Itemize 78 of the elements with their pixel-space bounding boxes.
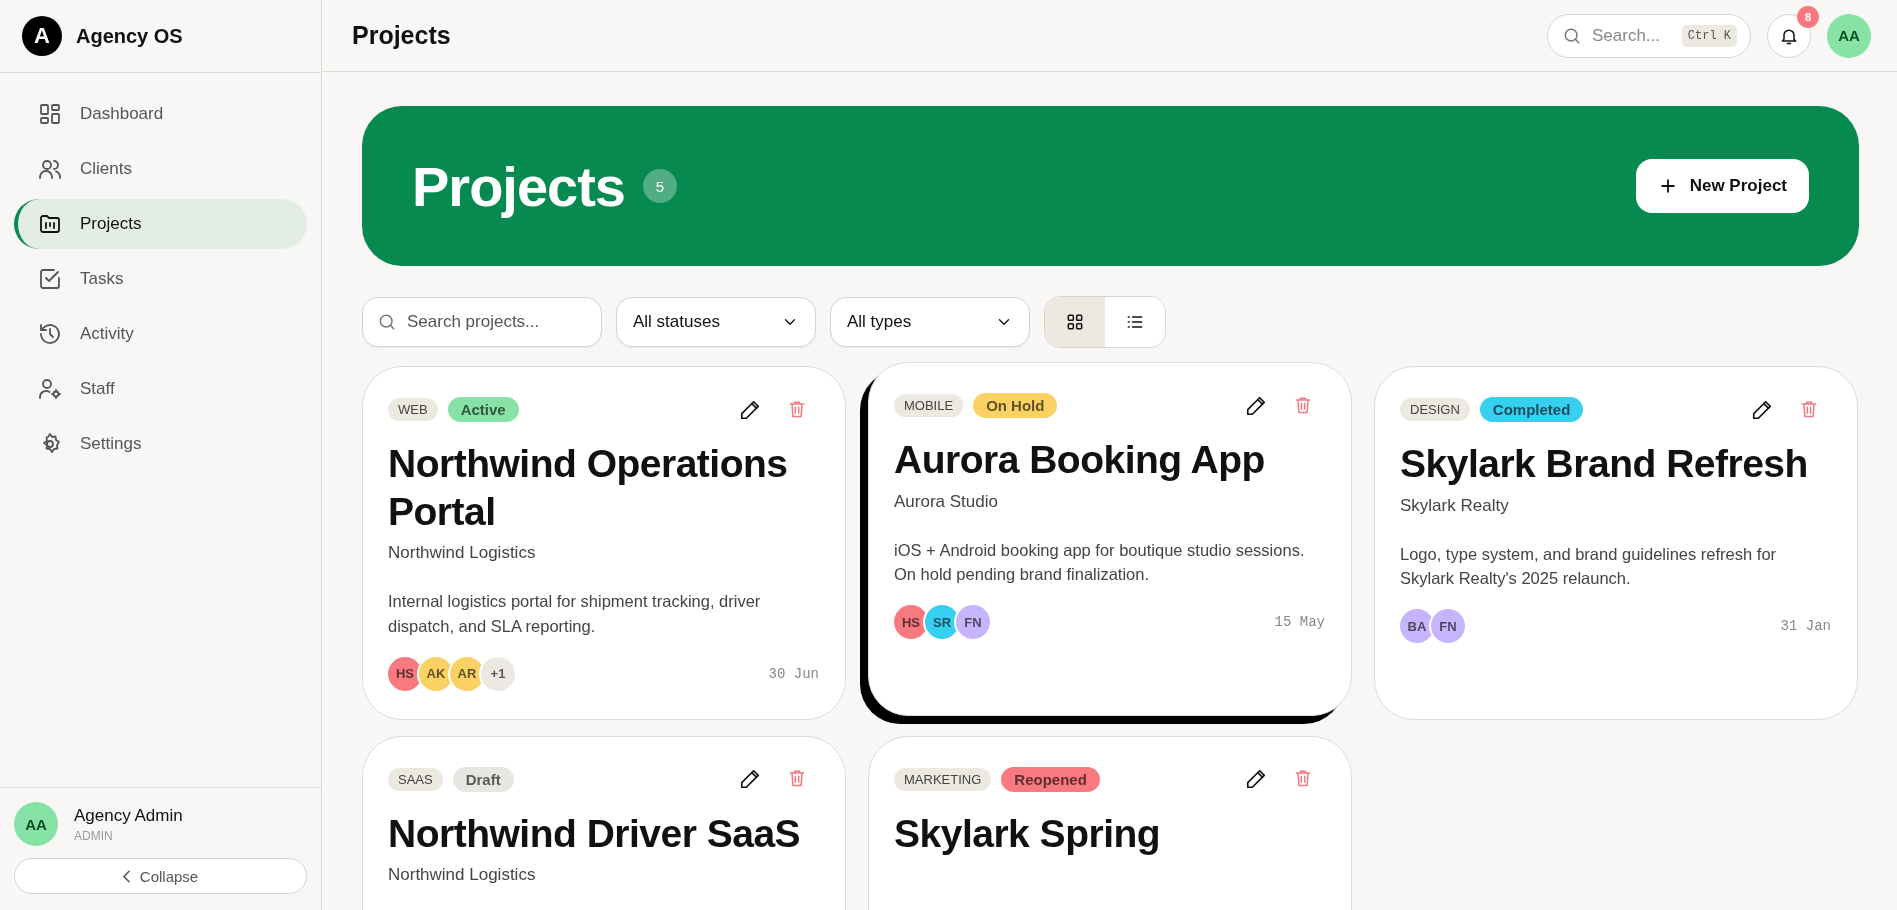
type-dropdown[interactable]: All types xyxy=(830,297,1030,347)
notifications-button[interactable] xyxy=(1767,13,1811,58)
project-title: Northwind Operations Portal xyxy=(388,441,789,535)
user-gear-icon xyxy=(38,377,62,401)
due-date: 15 May xyxy=(1274,614,1325,631)
status-badge: Draft xyxy=(452,766,514,792)
project-card[interactable]: WEB Active Northwind Operations Portal Northwind Logistics Internal logistics portal for shipment tracking, driver dispatch, and SLA reporting. HS AK AR +1 30 Jun xyxy=(362,366,846,720)
folder-icon xyxy=(38,212,62,236)
project-description: iOS + Android booking app for boutique studio sessions. On hold pending brand finalization. xyxy=(894,539,1306,586)
due-date: 30 Jun xyxy=(768,665,819,682)
user-avatar[interactable]: AA xyxy=(1827,13,1871,58)
project-card[interactable]: DESIGN Completed Skylark Brand Refresh Skylark Realty Logo, type system, and brand guidelines refresh for Skylark Realty's 2025 relaunch. BA FN 31 Jan xyxy=(1374,366,1858,720)
delete-icon[interactable] xyxy=(1293,768,1313,789)
project-title: Skylark Brand Refresh xyxy=(1400,441,1809,487)
client-name: Northwind Logistics xyxy=(388,543,537,564)
client-name: Aurora Studio xyxy=(894,491,999,512)
member-avatar: FN xyxy=(956,605,990,640)
project-count: 5 xyxy=(643,169,677,203)
page-title: Projects xyxy=(352,21,451,50)
grid-icon xyxy=(38,102,62,126)
status-badge: Active xyxy=(447,397,519,422)
type-tag: DESIGN xyxy=(1400,398,1470,421)
type-tag: SAAS xyxy=(388,767,443,791)
delete-icon[interactable] xyxy=(787,768,807,789)
member-avatar: AK xyxy=(419,656,453,691)
due-date: 31 Jan xyxy=(1780,618,1831,635)
project-title: Aurora Booking App xyxy=(894,437,1266,483)
client-name: Northwind Logistics xyxy=(388,865,537,886)
notification-count: 8 xyxy=(1797,5,1819,28)
project-card[interactable]: SAAS Draft Northwind Driver SaaS Northwind Logistics xyxy=(362,735,846,910)
type-tag: MOBILE xyxy=(894,394,964,417)
member-avatar: SR xyxy=(925,605,959,640)
sidebar-item[interactable]: Clients xyxy=(14,144,307,194)
search-icon xyxy=(377,312,397,332)
status-badge: Completed xyxy=(1479,397,1584,422)
edit-icon[interactable] xyxy=(1245,394,1267,417)
sidebar-item[interactable]: Tasks xyxy=(14,254,307,304)
new-project-button[interactable]: New Project xyxy=(1635,159,1809,213)
type-tag: WEB xyxy=(388,398,438,421)
project-card[interactable]: MARKETING Reopened Skylark Spring xyxy=(868,735,1352,910)
sidebar-item[interactable]: Staff xyxy=(14,364,307,414)
user-name: Agency Admin xyxy=(74,805,183,826)
type-tag: MARKETING xyxy=(894,767,992,791)
member-avatar: FN xyxy=(1431,609,1465,644)
logo-icon: A xyxy=(22,16,62,56)
sidebar-item[interactable]: Projects xyxy=(14,199,307,249)
project-description: Logo, type system, and brand guidelines refresh for Skylark Realty's 2025 relaunch. xyxy=(1400,543,1778,590)
hero-title: Projects xyxy=(412,153,625,219)
client-name: Skylark Realty xyxy=(1400,495,1510,516)
app-name: Agency OS xyxy=(76,24,183,48)
sidebar-item[interactable]: Activity xyxy=(14,309,307,359)
history-icon xyxy=(38,322,62,346)
grid-view-button[interactable] xyxy=(1045,297,1105,347)
member-avatar: BA xyxy=(1400,609,1434,644)
member-avatar: HS xyxy=(388,656,422,691)
project-search-field[interactable]: Search projects... xyxy=(362,297,602,347)
sidebar-item[interactable]: Dashboard xyxy=(14,89,307,139)
user-role: ADMIN xyxy=(74,828,114,843)
member-avatar: +1 xyxy=(481,656,515,691)
project-title: Northwind Driver SaaS xyxy=(388,810,802,857)
edit-icon[interactable] xyxy=(739,398,761,421)
status-dropdown[interactable]: All statuses xyxy=(616,297,816,347)
status-badge: On Hold xyxy=(973,393,1058,418)
edit-icon[interactable] xyxy=(1245,768,1267,791)
users-icon xyxy=(38,157,62,181)
sidebar-item[interactable]: Settings xyxy=(14,419,307,469)
edit-icon[interactable] xyxy=(1751,398,1773,421)
project-description: Internal logistics portal for shipment tracking, driver dispatch, and SLA reporting. xyxy=(388,591,762,637)
collapse-button[interactable]: Collapse xyxy=(14,858,307,894)
grid-icon xyxy=(1065,312,1085,332)
checkbox-icon xyxy=(38,267,62,291)
user-avatar: AA xyxy=(14,802,58,846)
chevron-left-icon xyxy=(122,869,130,883)
member-avatar: HS xyxy=(894,605,928,640)
project-title: Skylark Spring xyxy=(894,810,1162,857)
member-avatar: AR xyxy=(450,656,484,691)
status-badge: Reopened xyxy=(1001,766,1100,792)
edit-icon[interactable] xyxy=(739,768,761,791)
